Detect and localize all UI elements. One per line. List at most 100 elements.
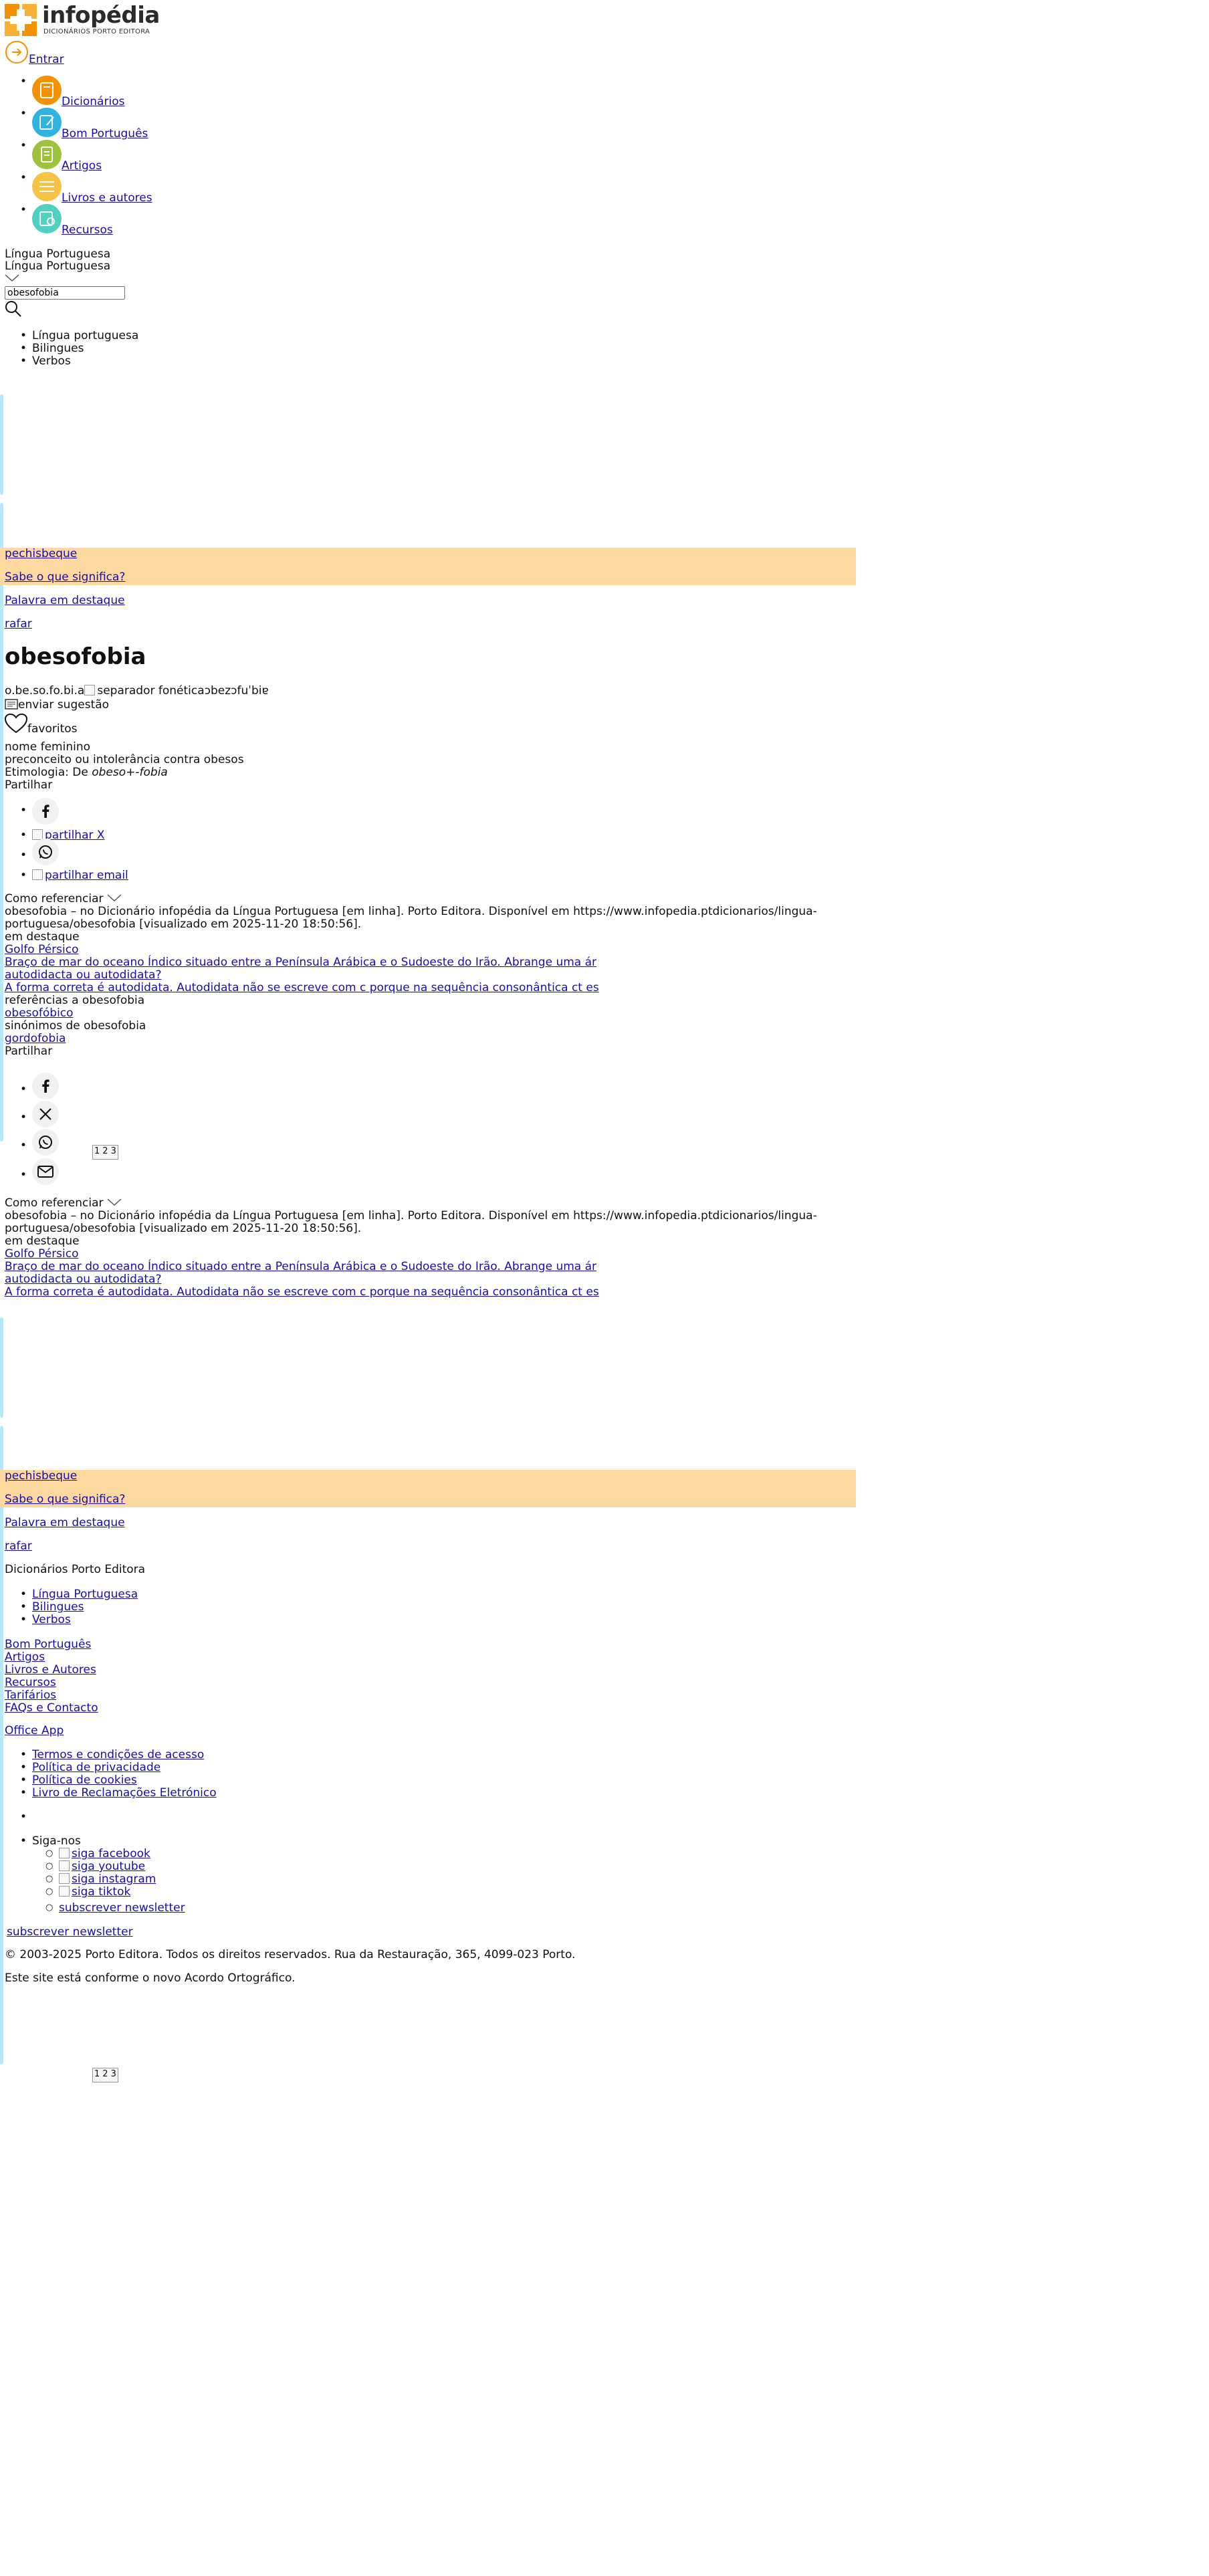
instagram-icon <box>59 1873 70 1884</box>
featured-word-link[interactable]: rafar <box>5 617 32 631</box>
social-facebook[interactable]: siga facebook <box>59 1847 150 1860</box>
whatsapp-icon <box>32 839 59 865</box>
reference-link[interactable]: obesofóbico <box>5 1006 74 1021</box>
footer-title: Dicionários Porto Editora <box>5 1563 146 1576</box>
login-link[interactable]: Entrar <box>29 53 64 67</box>
nav-link[interactable]: Dicionários <box>62 95 124 109</box>
legal-link-cookies[interactable]: Política de cookies <box>32 1774 137 1787</box>
footer-link-faqs[interactable]: FAQs e Contacto <box>5 1701 98 1715</box>
social-instagram[interactable]: siga instagram <box>59 1872 156 1886</box>
featured-answer-link[interactable]: A forma correta é autodidata. Autodidata… <box>5 981 599 995</box>
grammar-class: nome feminino <box>5 740 90 754</box>
featured-title-link[interactable]: Golfo Pérsico <box>5 943 79 957</box>
promo-word-link[interactable]: pechisbeque <box>5 547 77 561</box>
promo-question-link[interactable]: Sabe o que significa? <box>5 1493 125 1507</box>
newsletter-link[interactable]: subscrever newsletter <box>7 1925 133 1939</box>
social-youtube[interactable]: siga youtube <box>59 1860 145 1873</box>
featured-word-link[interactable]: rafar <box>5 1539 32 1553</box>
nav-link[interactable]: Recursos <box>62 223 113 237</box>
citation-text: obesofobia – no Dicionário infopédia da … <box>5 1209 817 1222</box>
search-input[interactable] <box>5 286 125 300</box>
books-icon <box>32 172 62 201</box>
share-label: Partilhar <box>5 778 53 792</box>
chevron-down-icon[interactable] <box>5 274 19 282</box>
synonym-link[interactable]: gordofobia <box>5 1032 66 1046</box>
footer-link-tarifarios[interactable]: Tarifários <box>5 1689 56 1703</box>
featured-word-label-link[interactable]: Palavra em destaque <box>5 594 125 608</box>
pager-button-1[interactable]: 1 <box>93 1146 101 1159</box>
login-button[interactable]: Entrar <box>5 40 64 68</box>
suggestion-icon <box>5 699 18 710</box>
side-bar <box>0 503 3 1142</box>
legal-link-privacidade[interactable]: Política de privacidade <box>32 1761 160 1774</box>
featured-desc-link[interactable]: Braço de mar do oceano Índico situado en… <box>5 956 596 970</box>
word-promo-banner <box>0 548 856 585</box>
logo-mark-icon <box>5 4 37 36</box>
cite-toggle-2[interactable]: Como referenciar <box>5 1196 122 1210</box>
featured-label: em destaque <box>5 930 80 944</box>
nav-link[interactable]: Artigos <box>62 159 102 173</box>
separator-image <box>84 685 96 695</box>
pager-button-3[interactable]: 3 <box>110 2068 118 2082</box>
footer-link-livros[interactable]: Livros e Autores <box>5 1663 96 1677</box>
suggest-button[interactable]: enviar sugestão <box>5 698 110 712</box>
word-promo-banner <box>0 1470 856 1507</box>
side-bar <box>0 1426 3 2064</box>
side-bar <box>0 1317 3 1418</box>
phonetic-transcription: ɔbezɔfuˈbiɐ <box>204 684 269 697</box>
tab-lingua-portuguesa[interactable]: Língua portuguesa <box>20 329 138 343</box>
featured-question-link[interactable]: autodidacta ou autodidata? <box>5 1273 161 1287</box>
search-icon[interactable] <box>5 300 22 318</box>
logo[interactable]: infopédia DICIONÁRIOS PORTO EDITORA <box>5 2 160 40</box>
chevron-down-icon <box>107 1198 122 1206</box>
nav-link[interactable]: Bom Português <box>62 127 148 141</box>
legal-link-termos[interactable]: Termos e condições de acesso <box>32 1748 204 1761</box>
heart-icon <box>4 713 28 734</box>
nav-link[interactable]: Livros e autores <box>62 191 152 205</box>
featured-answer-link[interactable]: A forma correta é autodidata. Autodidata… <box>5 1285 599 1299</box>
logo-subtitle: DICIONÁRIOS PORTO EDITORA <box>43 28 150 35</box>
share-email[interactable]: partilhar email <box>20 869 128 883</box>
pager: 1 2 3 <box>92 1145 118 1160</box>
separator-alt: separador fonética <box>97 684 205 697</box>
promo-word-link[interactable]: pechisbeque <box>5 1469 77 1483</box>
references-label: referências a obesofobia <box>5 994 145 1007</box>
pager-button-2[interactable]: 2 <box>101 2068 109 2082</box>
footer-link-recursos[interactable]: Recursos <box>5 1676 56 1690</box>
pager-button-1[interactable]: 1 <box>93 2068 101 2082</box>
login-icon <box>5 41 28 64</box>
footer-link-bilingues[interactable]: Bilingues <box>32 1600 84 1614</box>
orthography-note: Este site está conforme o novo Acordo Or… <box>5 1971 296 1985</box>
legal-link-reclamacoes[interactable]: Livro de Reclamações Eletrónico <box>32 1786 217 1800</box>
footer-link-lingua-portuguesa[interactable]: Língua Portuguesa <box>32 1588 138 1601</box>
dictionary-select[interactable]: Língua Portuguesa <box>5 259 110 274</box>
suggest-label: enviar sugestão <box>18 698 110 712</box>
tab-verbos[interactable]: Verbos <box>20 354 71 368</box>
featured-question-link[interactable]: autodidacta ou autodidata? <box>5 968 161 982</box>
youtube-icon <box>59 1860 70 1871</box>
footer-link-bom-portugues[interactable]: Bom Português <box>5 1638 91 1652</box>
tab-bilingues[interactable]: Bilingues <box>20 342 84 356</box>
pager-button-3[interactable]: 3 <box>110 1146 118 1159</box>
logo-text: infopédia <box>42 2 160 29</box>
x-icon <box>32 1101 59 1128</box>
office-app-link[interactable]: Office App <box>5 1724 64 1738</box>
social-tiktok[interactable]: siga tiktok <box>59 1885 130 1899</box>
newsletter-subscribe-link[interactable]: subscrever newsletter <box>59 1901 185 1915</box>
synonyms-label: sinónimos de obesofobia <box>5 1019 146 1033</box>
copyright: © 2003-2025 Porto Editora. Todos os dire… <box>5 1948 576 1961</box>
footer-link-verbos[interactable]: Verbos <box>32 1613 71 1626</box>
document-icon <box>32 140 62 169</box>
cite-toggle[interactable]: Como referenciar <box>5 892 122 906</box>
email-icon <box>32 869 43 880</box>
resources-icon <box>32 204 62 233</box>
promo-question-link[interactable]: Sabe o que significa? <box>5 570 125 584</box>
syllables: o.be.so.fo.bi.a <box>5 684 85 697</box>
featured-word-label-link[interactable]: Palavra em destaque <box>5 1516 125 1530</box>
pager-button-2[interactable]: 2 <box>101 1146 109 1159</box>
whatsapp-icon <box>32 1129 59 1156</box>
footer-link-artigos[interactable]: Artigos <box>5 1650 45 1665</box>
featured-title-link[interactable]: Golfo Pérsico <box>5 1247 79 1261</box>
favorites-button[interactable]: favoritos <box>4 713 78 736</box>
featured-desc-link[interactable]: Braço de mar do oceano Índico situado en… <box>5 1260 596 1274</box>
